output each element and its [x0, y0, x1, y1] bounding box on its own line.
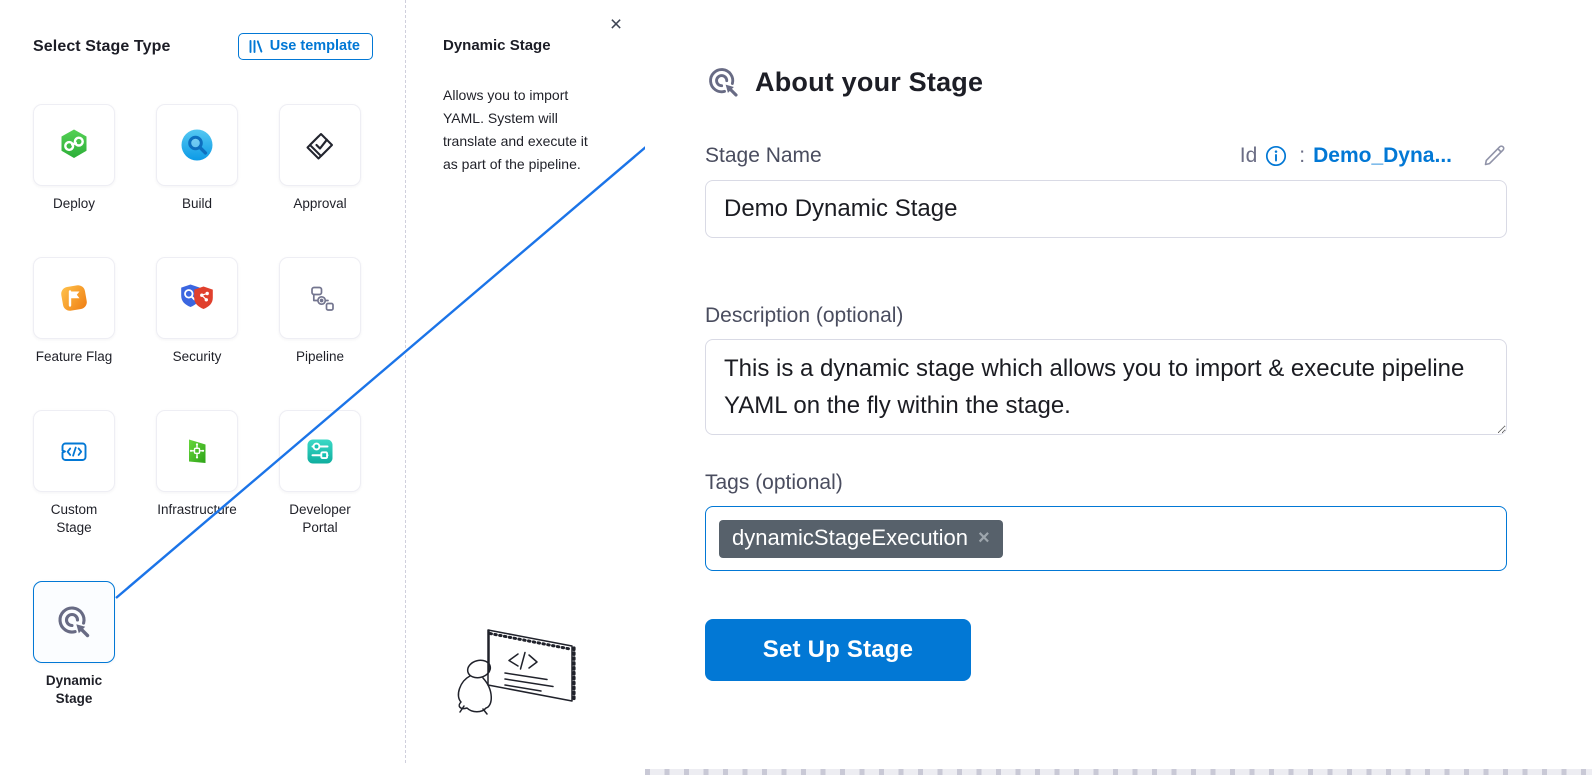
- build-icon: [177, 125, 217, 165]
- tag-remove-icon[interactable]: ×: [978, 528, 990, 548]
- id-separator: :: [1299, 144, 1305, 168]
- edit-id-icon[interactable]: [1482, 143, 1507, 168]
- stage-tile-cell: Pipeline: [279, 257, 361, 366]
- stage-setup-screen: Select Stage Type Use template Deploy Bui…: [0, 0, 1592, 775]
- left-panel-header: Select Stage Type Use template: [33, 33, 373, 60]
- stage-tile-label: Deploy: [33, 195, 115, 213]
- feature-flag-icon: [54, 278, 94, 318]
- description-label: Description (optional): [705, 304, 1467, 328]
- approval-icon: [300, 125, 340, 165]
- stage-tile-infrastructure[interactable]: [156, 410, 238, 492]
- stage-tile-custom-stage[interactable]: [33, 410, 115, 492]
- stage-tile-label: Infrastructure: [156, 501, 238, 519]
- stage-tile-developer-portal[interactable]: [279, 410, 361, 492]
- stage-name-label: Stage Name: [705, 144, 822, 168]
- stage-tile-cell: Feature Flag: [33, 257, 115, 366]
- stage-tile-feature-flag[interactable]: [33, 257, 115, 339]
- tag-chip: dynamicStageExecution ×: [719, 520, 1003, 558]
- about-stage-header: About your Stage: [705, 64, 1467, 101]
- pipeline-canvas-edge: [645, 769, 1592, 775]
- developer-portal-icon: [300, 431, 340, 471]
- tags-input[interactable]: dynamicStageExecution ×: [705, 506, 1507, 571]
- info-panel-description: Allows you to import YAML. System will t…: [443, 84, 598, 176]
- stage-id-value[interactable]: Demo_Dyna...: [1313, 144, 1452, 168]
- stage-tile-cell: Build: [156, 104, 238, 213]
- tags-label: Tags (optional): [705, 471, 1467, 495]
- set-up-stage-button[interactable]: Set Up Stage: [705, 619, 971, 681]
- stage-tile-label: Feature Flag: [33, 348, 115, 366]
- stage-tile-label: Security: [156, 348, 238, 366]
- stage-tile-label: Dynamic Stage: [33, 672, 115, 708]
- use-template-button[interactable]: Use template: [238, 33, 373, 60]
- stage-tile-label: Build: [156, 195, 238, 213]
- description-textarea[interactable]: This is a dynamic stage which allows you…: [705, 339, 1507, 435]
- stage-id-group: Id : Demo_Dyna...: [1240, 143, 1507, 168]
- deploy-icon: [54, 125, 94, 165]
- select-stage-type-title: Select Stage Type: [33, 38, 170, 56]
- template-library-icon: [249, 39, 263, 54]
- stage-tile-deploy[interactable]: [33, 104, 115, 186]
- stage-tile-label: Custom Stage: [33, 501, 115, 537]
- stage-tile-security[interactable]: [156, 257, 238, 339]
- id-label: Id: [1240, 144, 1258, 168]
- stage-tile-cell: Security: [156, 257, 238, 366]
- stage-tile-cell: Deploy: [33, 104, 115, 213]
- stage-tile-cell: Approval: [279, 104, 361, 213]
- stage-tile-cell: Developer Portal: [279, 410, 361, 537]
- close-icon[interactable]: ×: [604, 13, 628, 37]
- about-stage-panel: About your Stage Stage Name Id : Demo_Dy…: [645, 0, 1592, 768]
- custom-stage-icon: [54, 431, 94, 471]
- stage-tile-label: Approval: [279, 195, 361, 213]
- stage-tile-pipeline[interactable]: [279, 257, 361, 339]
- stage-tile-label: Developer Portal: [279, 501, 361, 537]
- stage-tile-build[interactable]: [156, 104, 238, 186]
- dynamic-stage-icon: [54, 602, 94, 642]
- pipeline-icon: [300, 278, 340, 318]
- stage-tile-label: Pipeline: [279, 348, 361, 366]
- tag-chip-text: dynamicStageExecution: [732, 525, 968, 551]
- stage-tile-cell: Infrastructure: [156, 410, 238, 537]
- about-stage-title: About your Stage: [755, 67, 983, 98]
- security-icon: [177, 278, 217, 318]
- infrastructure-icon: [177, 431, 217, 471]
- panel-divider: [405, 0, 406, 763]
- stage-type-grid: Deploy Build Approval Feature Flag Security P…: [33, 104, 361, 708]
- stage-tile-approval[interactable]: [279, 104, 361, 186]
- stage-tile-cell: Custom Stage: [33, 410, 115, 537]
- use-template-label: Use template: [270, 38, 360, 54]
- stage-tile-cell: Dynamic Stage: [33, 581, 115, 708]
- stage-tile-dynamic-stage[interactable]: [33, 581, 115, 663]
- info-panel-title: Dynamic Stage: [443, 37, 551, 54]
- dynamic-stage-icon: [705, 64, 742, 101]
- info-icon[interactable]: [1265, 145, 1287, 167]
- presenter-whiteboard-illustration: [452, 620, 588, 740]
- stage-name-input[interactable]: [705, 180, 1507, 238]
